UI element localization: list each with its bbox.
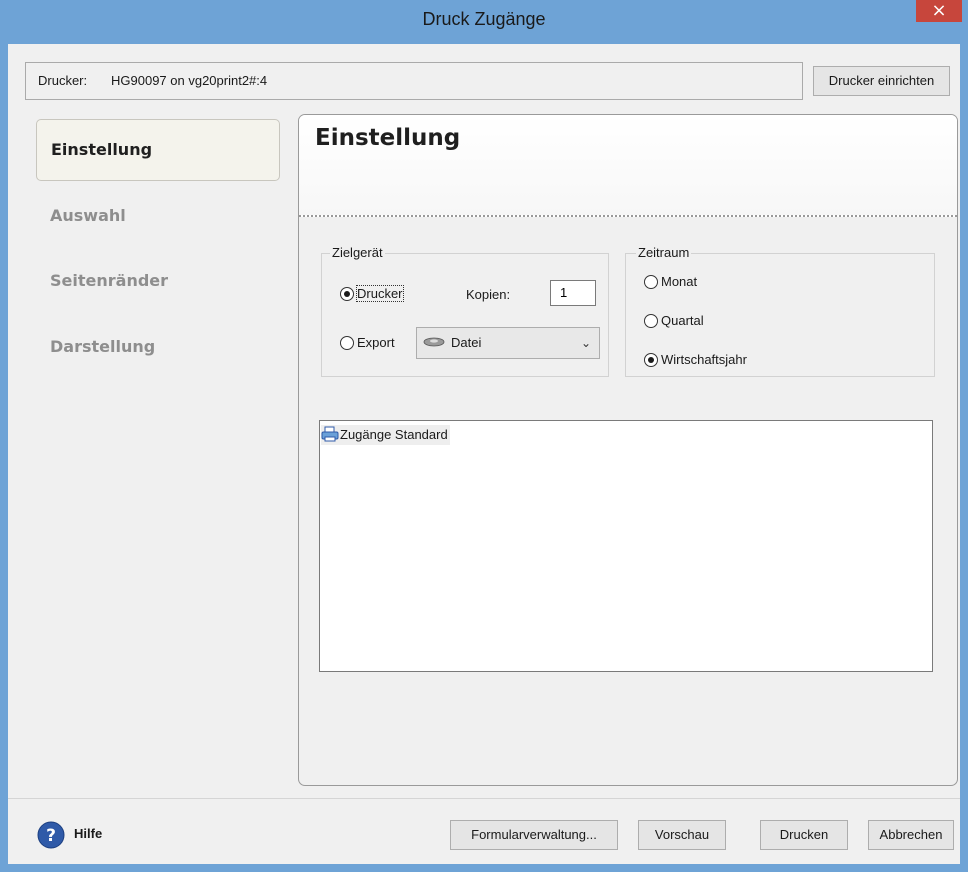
window-title: Druck Zugänge <box>422 9 546 29</box>
chevron-down-icon[interactable]: ⌄ <box>581 328 591 358</box>
radio-monat-label: Monat <box>661 274 698 289</box>
zeitraum-group: Zeitraum Monat Quartal Wirtschaftsjahr <box>625 245 935 377</box>
close-button[interactable]: × <box>916 0 962 22</box>
sidebar-item-label: Einstellung <box>51 140 153 159</box>
dialog-client-area: Drucker: HG90097 on vg20print2#:4 Drucke… <box>8 44 960 864</box>
preview-button[interactable]: Vorschau <box>638 820 726 850</box>
radio-drucker-dot[interactable] <box>340 287 354 301</box>
radio-quartal-dot[interactable] <box>644 314 658 328</box>
radio-wirtschaftsjahr[interactable]: Wirtschaftsjahr <box>644 351 747 369</box>
formularverwaltung-button[interactable]: Formularverwaltung... <box>450 820 618 850</box>
panel-header: Einstellung <box>299 115 957 217</box>
footer-divider <box>8 798 960 799</box>
sidebar-item-auswahl[interactable]: Auswahl <box>36 185 280 247</box>
radio-export-dot[interactable] <box>340 336 354 350</box>
printer-label: Drucker: <box>38 73 88 88</box>
zielgeraet-legend: Zielgerät <box>330 245 385 260</box>
sidebar-item-einstellung[interactable]: Einstellung <box>36 119 280 181</box>
radio-wirtschaftsjahr-label: Wirtschaftsjahr <box>661 352 747 367</box>
sidebar-item-seitenraender[interactable]: Seitenränder <box>36 250 280 312</box>
printer-name: HG90097 on vg20print2#:4 <box>111 73 268 88</box>
print-button[interactable]: Drucken <box>760 820 848 850</box>
radio-drucker-label: Drucker <box>356 285 404 302</box>
forms-listbox[interactable]: Zugänge Standard <box>319 420 933 672</box>
kopien-label: Kopien: <box>466 287 511 302</box>
settings-panel: Einstellung Zielgerät Drucker Kopien: 1 … <box>298 114 958 786</box>
sidebar-item-label: Auswahl <box>50 206 126 225</box>
radio-monat-dot[interactable] <box>644 275 658 289</box>
sidebar-item-label: Darstellung <box>50 337 156 356</box>
disk-icon <box>423 337 445 347</box>
radio-quartal-label: Quartal <box>661 313 704 328</box>
zeitraum-legend: Zeitraum <box>636 245 692 260</box>
export-format-dropdown[interactable]: Datei ⌄ <box>416 327 600 359</box>
printer-info-box: Drucker: HG90097 on vg20print2#:4 <box>25 62 803 100</box>
printer-setup-button[interactable]: Drucker einrichten <box>813 66 950 96</box>
print-dialog-window: Druck Zugänge × Drucker: HG90097 on vg20… <box>0 0 968 872</box>
radio-wirtschaftsjahr-dot[interactable] <box>644 353 658 367</box>
printer-icon <box>321 426 339 442</box>
sidebar-item-label: Seitenränder <box>50 271 169 290</box>
help-icon[interactable]: ? <box>37 821 65 849</box>
radio-drucker[interactable]: Drucker <box>340 285 404 303</box>
close-icon[interactable]: × <box>931 0 946 21</box>
list-item[interactable]: Zugänge Standard <box>321 425 450 445</box>
radio-export-label: Export <box>357 335 395 350</box>
sidebar-item-darstellung[interactable]: Darstellung <box>36 316 280 378</box>
help-label[interactable]: Hilfe <box>74 826 102 841</box>
cancel-button[interactable]: Abbrechen <box>868 820 954 850</box>
panel-title: Einstellung <box>315 125 461 151</box>
svg-text:?: ? <box>46 826 56 846</box>
kopien-input[interactable]: 1 <box>550 280 596 306</box>
zielgeraet-group: Zielgerät Drucker Kopien: 1 Export Datei… <box>321 245 609 377</box>
radio-monat[interactable]: Monat <box>644 273 697 291</box>
list-item-label: Zugänge Standard <box>340 427 448 442</box>
radio-quartal[interactable]: Quartal <box>644 312 704 330</box>
title-bar[interactable]: Druck Zugänge × <box>0 0 968 44</box>
radio-export[interactable]: Export <box>340 334 395 352</box>
export-format-value: Datei <box>451 335 482 350</box>
